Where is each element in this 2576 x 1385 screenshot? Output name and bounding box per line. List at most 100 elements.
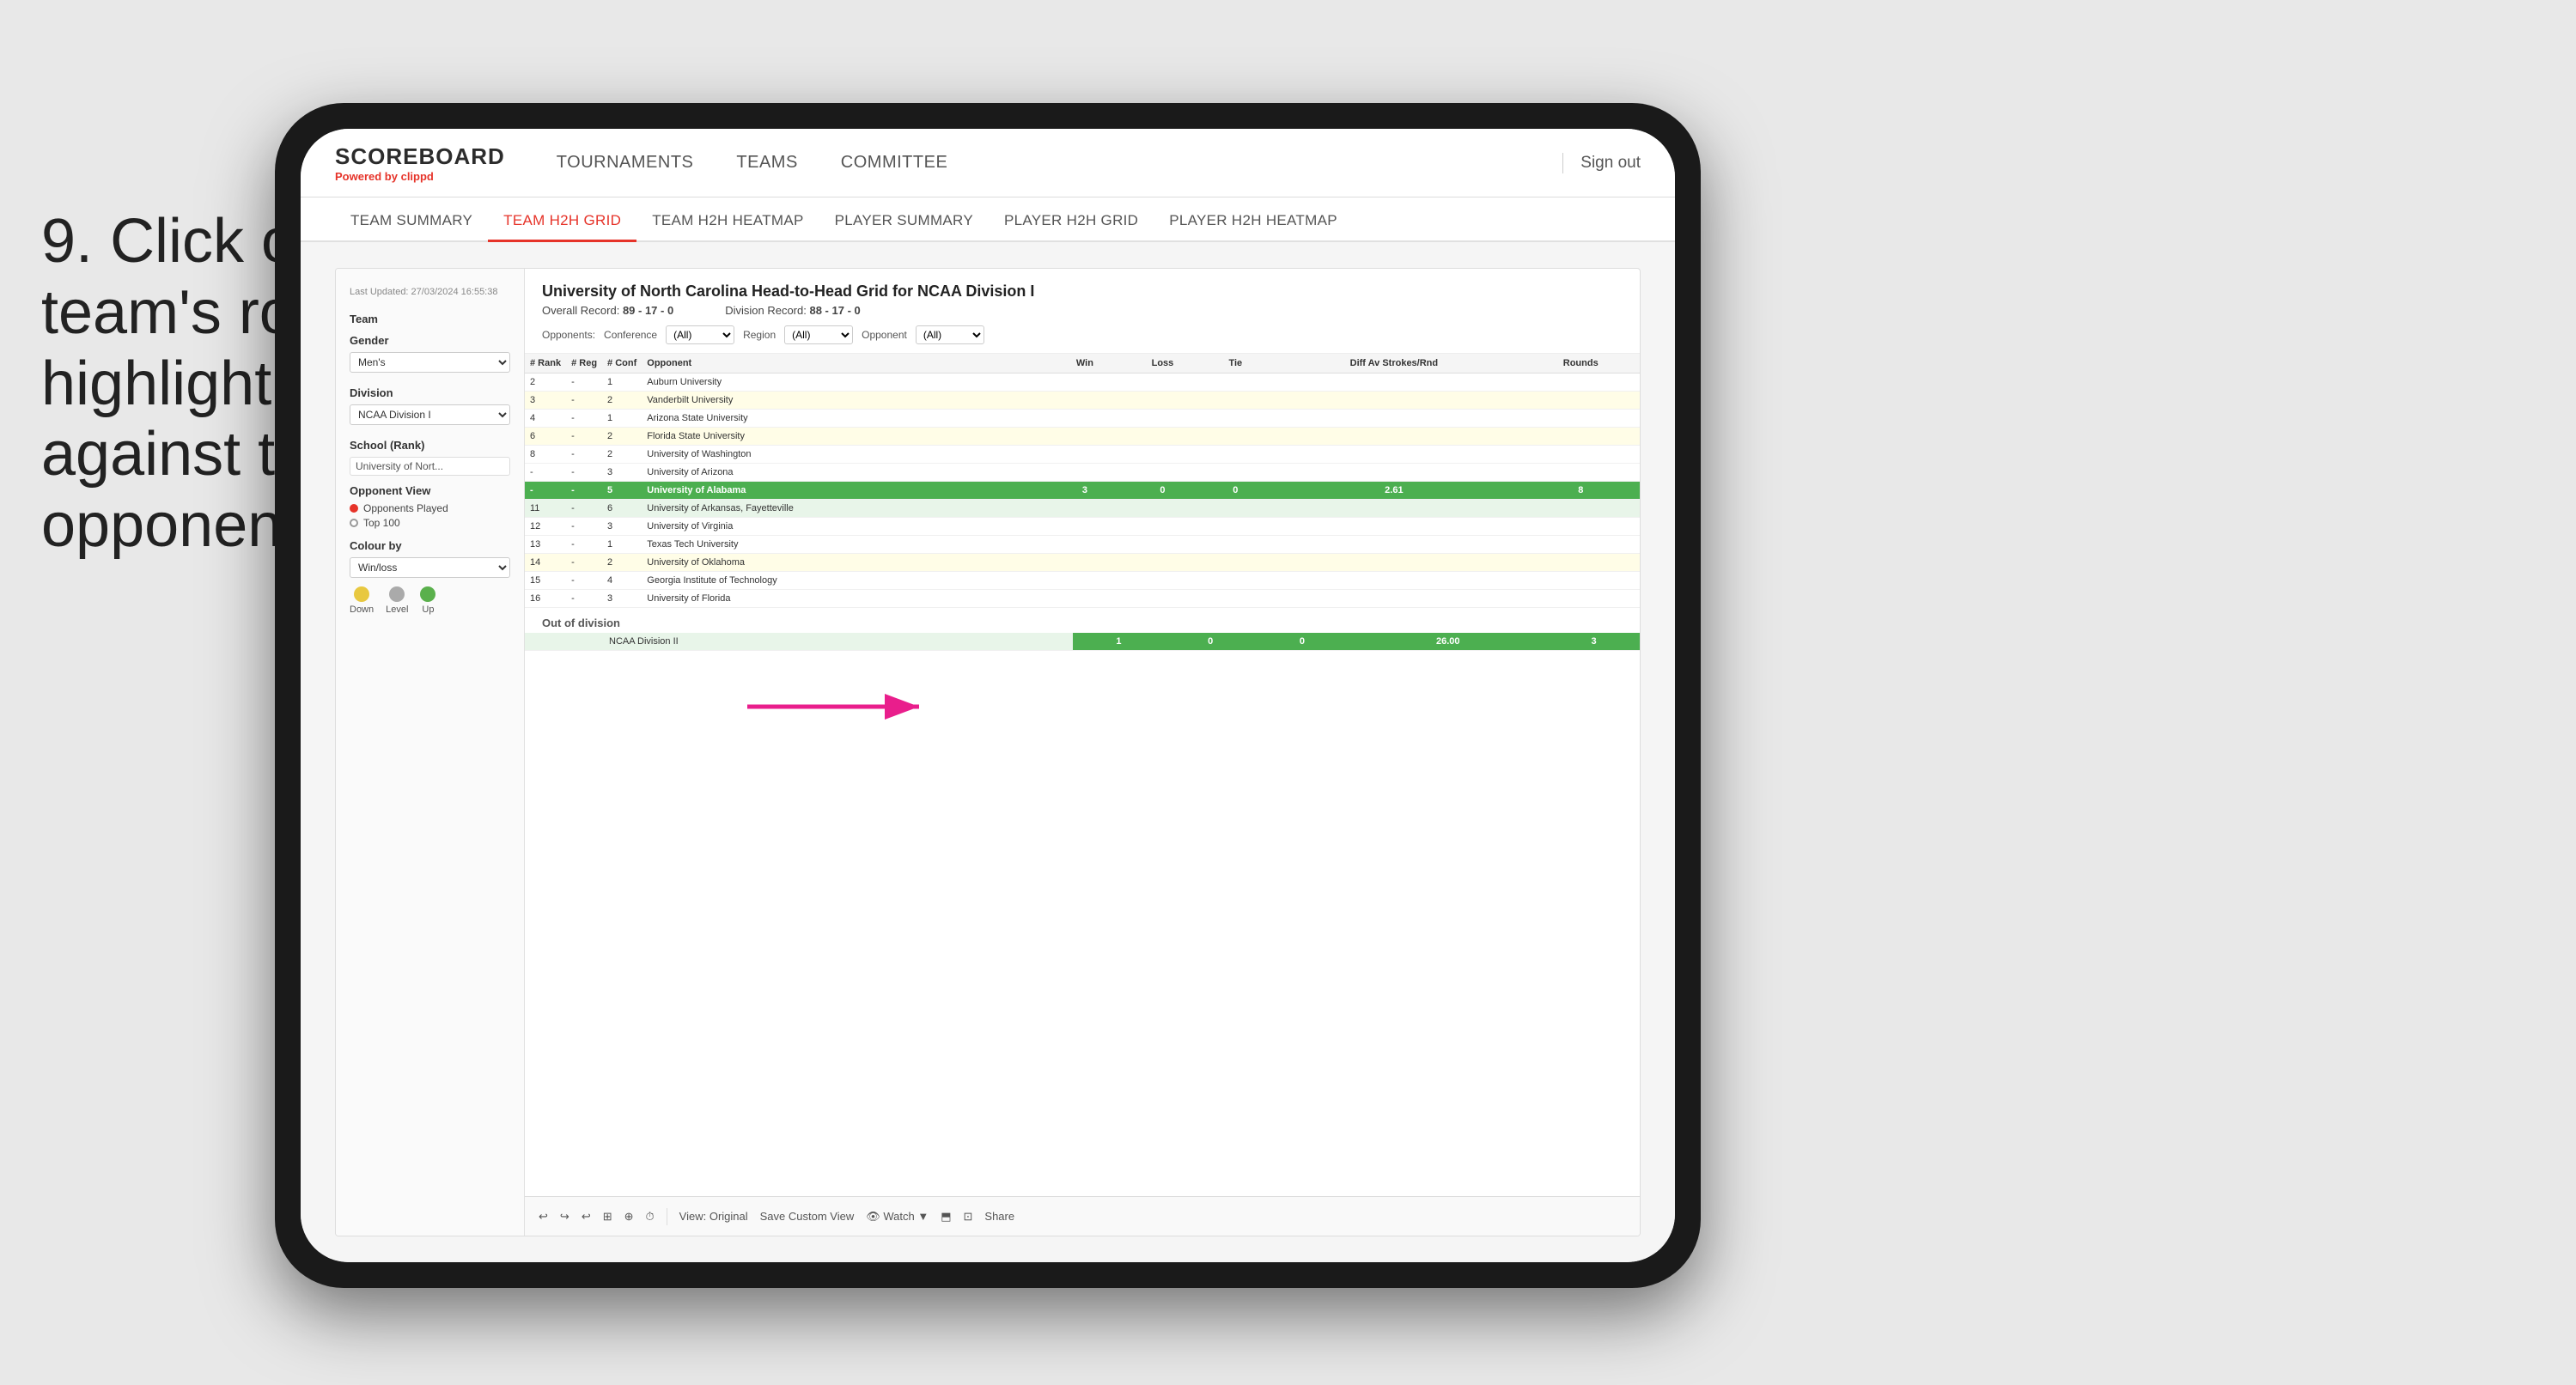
data-records: Overall Record: 89 - 17 - 0 Division Rec… <box>542 304 1623 317</box>
nav-teams[interactable]: TEAMS <box>736 144 797 181</box>
redo-button[interactable]: ↪ <box>560 1210 569 1224</box>
table-row[interactable]: 12-3University of Virginia <box>525 518 1640 536</box>
table-body: 2-1Auburn University3-2Vanderbilt Univer… <box>525 374 1640 608</box>
td-win <box>1049 392 1120 410</box>
layout-button[interactable]: ⬒ <box>941 1210 951 1224</box>
add-button[interactable]: ⊕ <box>624 1210 634 1224</box>
td-win <box>1049 428 1120 446</box>
region-filter-select[interactable]: (All) <box>784 325 853 344</box>
td-loss: 0 <box>1121 482 1205 500</box>
gender-select[interactable]: Men's <box>350 352 510 373</box>
td-rank: 14 <box>525 554 566 572</box>
tab-player-h2h-heatmap[interactable]: PLAYER H2H HEATMAP <box>1154 202 1353 242</box>
td-diff <box>1266 446 1521 464</box>
filter-row: Opponents: Conference (All) Region (All)… <box>542 325 1623 344</box>
grid-button[interactable]: ⊞ <box>603 1210 612 1224</box>
th-conf: # Conf <box>602 354 642 374</box>
td-diff <box>1266 572 1521 590</box>
td-conf: 1 <box>602 410 642 428</box>
timer-button[interactable]: ⏱ <box>646 1210 655 1224</box>
td-loss <box>1121 536 1205 554</box>
td-rank: 12 <box>525 518 566 536</box>
ood-win: 1 <box>1073 633 1165 651</box>
table-row[interactable]: 13-1Texas Tech University <box>525 536 1640 554</box>
td-reg: - <box>566 410 602 428</box>
table-header-row: # Rank # Reg # Conf Opponent Win Loss Ti… <box>525 354 1640 374</box>
tab-team-summary[interactable]: TEAM SUMMARY <box>335 202 488 242</box>
td-reg: - <box>566 590 602 608</box>
table-row[interactable]: 3-2Vanderbilt University <box>525 392 1640 410</box>
ood-tie: 0 <box>1257 633 1349 651</box>
tab-player-summary[interactable]: PLAYER SUMMARY <box>819 202 989 242</box>
share-icon-button[interactable]: ⊡ <box>964 1210 973 1224</box>
td-loss <box>1121 392 1205 410</box>
table-container: # Rank # Reg # Conf Opponent Win Loss Ti… <box>525 354 1640 1196</box>
nav-tournaments[interactable]: TOURNAMENTS <box>557 144 694 181</box>
td-rank: 4 <box>525 410 566 428</box>
th-diff: Diff Av Strokes/Rnd <box>1266 354 1521 374</box>
td-rounds <box>1522 464 1641 482</box>
table-row[interactable]: 4-1Arizona State University <box>525 410 1640 428</box>
out-of-division-table: NCAA Division II 1 0 0 26.00 3 <box>525 633 1640 651</box>
division-select[interactable]: NCAA Division I <box>350 404 510 425</box>
view-original-button[interactable]: View: Original <box>679 1210 748 1223</box>
down-icon <box>354 586 369 602</box>
table-row[interactable]: --5University of Alabama3002.618 <box>525 482 1640 500</box>
logo-powered: Powered by clippd <box>335 170 505 183</box>
td-opponent: University of Arizona <box>642 464 1049 482</box>
back-button[interactable]: ↩ <box>582 1210 591 1224</box>
td-win <box>1049 464 1120 482</box>
td-diff <box>1266 410 1521 428</box>
table-row[interactable]: 8-2University of Washington <box>525 446 1640 464</box>
table-row[interactable]: 6-2Florida State University <box>525 428 1640 446</box>
nav-committee[interactable]: COMMITTEE <box>841 144 948 181</box>
td-tie <box>1204 518 1266 536</box>
td-reg: - <box>566 500 602 518</box>
td-diff: 2.61 <box>1266 482 1521 500</box>
save-custom-view-button[interactable]: Save Custom View <box>760 1210 855 1223</box>
td-loss <box>1121 554 1205 572</box>
td-rounds <box>1522 518 1641 536</box>
td-loss <box>1121 572 1205 590</box>
header-divider <box>1562 153 1563 173</box>
tab-team-h2h-grid[interactable]: TEAM H2H GRID <box>488 202 636 242</box>
td-diff <box>1266 374 1521 392</box>
th-win: Win <box>1049 354 1120 374</box>
td-win <box>1049 410 1120 428</box>
logo-area: SCOREBOARD Powered by clippd <box>335 143 505 183</box>
td-rounds <box>1522 446 1641 464</box>
table-row[interactable]: 11-6University of Arkansas, Fayetteville <box>525 500 1640 518</box>
tab-player-h2h-grid[interactable]: PLAYER H2H GRID <box>989 202 1154 242</box>
colour-by-select[interactable]: Win/loss <box>350 557 510 578</box>
tab-team-h2h-heatmap[interactable]: TEAM H2H HEATMAP <box>636 202 819 242</box>
school-rank-label: School (Rank) <box>350 439 510 452</box>
td-tie <box>1204 464 1266 482</box>
conference-filter-select[interactable]: (All) <box>666 325 734 344</box>
share-button[interactable]: Share <box>984 1210 1014 1223</box>
td-win: 3 <box>1049 482 1120 500</box>
td-diff <box>1266 464 1521 482</box>
table-row[interactable]: --3University of Arizona <box>525 464 1640 482</box>
out-of-division-row[interactable]: NCAA Division II 1 0 0 26.00 3 <box>525 633 1640 651</box>
td-diff <box>1266 518 1521 536</box>
td-rank: 16 <box>525 590 566 608</box>
td-tie: 0 <box>1204 482 1266 500</box>
radio-opponents-played[interactable]: Opponents Played <box>350 502 510 514</box>
table-row[interactable]: 14-2University of Oklahoma <box>525 554 1640 572</box>
td-diff <box>1266 554 1521 572</box>
undo-button[interactable]: ↩ <box>539 1210 548 1224</box>
opponent-filter-select[interactable]: (All) <box>916 325 984 344</box>
radio-top-100[interactable]: Top 100 <box>350 517 510 529</box>
td-diff <box>1266 428 1521 446</box>
td-conf: 2 <box>602 446 642 464</box>
ood-loss: 0 <box>1165 633 1257 651</box>
td-diff <box>1266 500 1521 518</box>
td-opponent: Georgia Institute of Technology <box>642 572 1049 590</box>
table-row[interactable]: 2-1Auburn University <box>525 374 1640 392</box>
td-opponent: Texas Tech University <box>642 536 1049 554</box>
sign-out-button[interactable]: Sign out <box>1580 154 1641 173</box>
watch-button[interactable]: 👁 Watch ▼ <box>866 1210 929 1224</box>
table-row[interactable]: 16-3University of Florida <box>525 590 1640 608</box>
table-row[interactable]: 15-4Georgia Institute of Technology <box>525 572 1640 590</box>
td-conf: 2 <box>602 392 642 410</box>
